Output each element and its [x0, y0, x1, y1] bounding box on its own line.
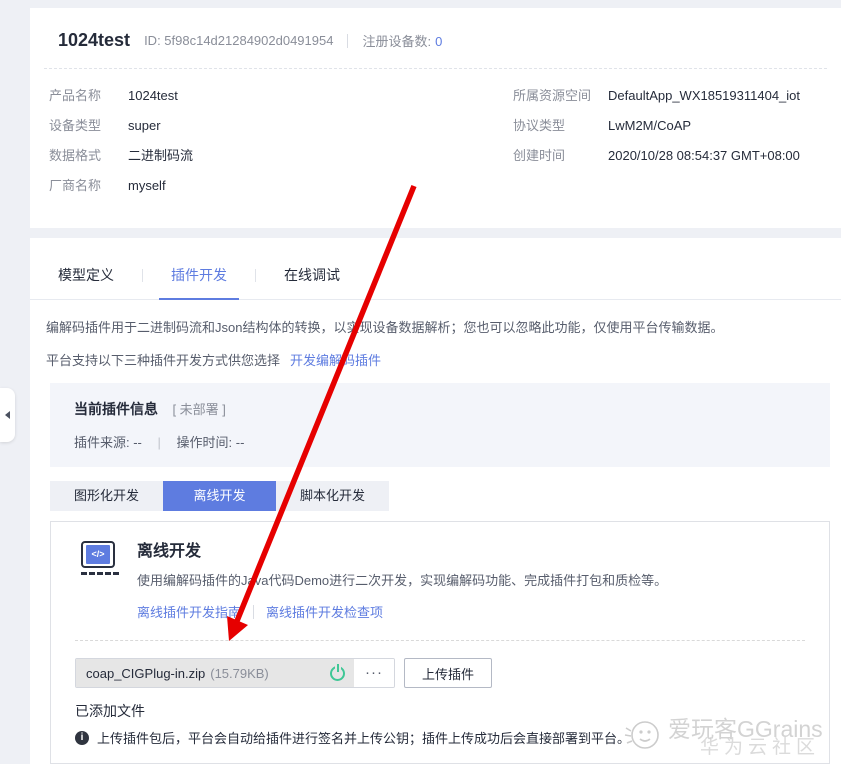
sidebar-collapse-handle[interactable]: [0, 388, 15, 442]
offline-guide-link[interactable]: 离线插件开发指南: [137, 602, 241, 621]
mode-graphical-button[interactable]: 图形化开发: [50, 481, 163, 511]
info-row: 数据格式 二进制码流: [49, 148, 194, 163]
develop-codec-plugin-link[interactable]: 开发编解码插件: [290, 353, 381, 368]
chevron-left-icon: [5, 411, 10, 419]
mode-offline-button[interactable]: 离线开发: [163, 481, 276, 511]
current-plugin-title-row: 当前插件信息 [ 未部署 ]: [74, 399, 806, 419]
dashed-separator: [75, 640, 805, 641]
tab-bar: 模型定义 插件开发 在线调试: [30, 238, 841, 300]
code-screen-icon: </>: [81, 541, 121, 621]
file-status-power-icon: [330, 663, 345, 681]
registered-device-count: 注册设备数: 0: [362, 34, 443, 49]
offline-description: 使用编解码插件的Java代码Demo进行二次开发，实现编解码功能、完成插件打包和…: [137, 573, 668, 588]
product-id: ID: 5f98c14d21284902d0491954: [144, 33, 334, 48]
current-plugin-meta: 插件来源: -- | 操作时间: --: [74, 432, 806, 451]
meta-separator: |: [157, 435, 161, 450]
info-row: 协议类型 LwM2M/CoAP: [513, 118, 692, 133]
info-row: 厂商名称 myself: [49, 178, 166, 193]
tab-plugin-development[interactable]: 插件开发: [159, 265, 239, 300]
offline-checklist-link[interactable]: 离线插件开发检查项: [266, 602, 383, 621]
info-row: 创建时间 2020/10/28 08:54:37 GMT+08:00: [513, 148, 800, 163]
tab-divider: [255, 269, 256, 282]
device-count-value[interactable]: 0: [435, 34, 442, 49]
selected-file-chip: coap_CIGPlug-in.zip (15.79KB): [76, 659, 354, 687]
dev-mode-switcher: 图形化开发 离线开发 脚本化开发: [50, 481, 841, 511]
upload-note: i 上传插件包后，平台会自动给插件进行签名并上传公钥；插件上传成功后会直接部署到…: [75, 728, 630, 747]
product-header: 1024test ID: 5f98c14d21284902d0491954 注册…: [30, 8, 841, 51]
mode-script-button[interactable]: 脚本化开发: [276, 481, 389, 511]
header-divider: [347, 33, 349, 48]
more-actions-button[interactable]: ···: [354, 659, 394, 687]
upload-note-text: 上传插件包后，平台会自动给插件进行签名并上传公钥；插件上传成功后会直接部署到平台…: [97, 731, 631, 746]
product-summary-card: 1024test ID: 5f98c14d21284902d0491954 注册…: [30, 8, 841, 228]
info-icon: i: [75, 730, 89, 745]
tab-online-debug[interactable]: 在线调试: [272, 265, 352, 299]
offline-links: 离线插件开发指南 离线插件开发检查项: [137, 602, 667, 621]
plugin-intro: 编解码插件用于二进制码流和Json结构体的转换，以实现设备数据解析；您也可以忽略…: [46, 318, 825, 371]
plugin-intro-line1: 编解码插件用于二进制码流和Json结构体的转换，以实现设备数据解析；您也可以忽略…: [46, 320, 724, 335]
file-name: coap_CIGPlug-in.zip: [86, 665, 206, 681]
info-row: 产品名称 1024test: [49, 88, 178, 103]
file-size: (15.79KB): [210, 665, 269, 681]
info-row: 所属资源空间 DefaultApp_WX18519311404_iot: [513, 88, 801, 103]
info-column-right: 所属资源空间 DefaultApp_WX18519311404_iot 协议类型 L…: [513, 81, 800, 171]
link-divider: [253, 604, 255, 619]
info-row: 设备类型 super: [49, 118, 161, 133]
info-column-left: 产品名称 1024test 设备类型 super 数据格式 二进制码流 厂商名称 mys…: [49, 81, 193, 201]
plugin-development-card: 模型定义 插件开发 在线调试 编解码插件用于二进制码流和Json结构体的转换，以…: [30, 238, 841, 764]
header-separator: [44, 68, 827, 69]
deploy-status-badge: [ 未部署 ]: [172, 402, 226, 417]
file-added-label: 已添加文件: [75, 703, 145, 719]
offline-development-panel: </> 离线开发 使用编解码插件的Java代码Demo进行二次开发，实现编解码功…: [50, 521, 830, 764]
tab-divider: [142, 269, 143, 282]
plugin-source: 插件来源: --: [74, 435, 142, 450]
current-plugin-panel: 当前插件信息 [ 未部署 ] 插件来源: -- | 操作时间: --: [50, 383, 830, 467]
page-title: 1024test: [58, 30, 131, 50]
offline-header-text: 离线开发 使用编解码插件的Java代码Demo进行二次开发，实现编解码功能、完成…: [137, 537, 667, 621]
offline-header: </> 离线开发 使用编解码插件的Java代码Demo进行二次开发，实现编解码功…: [75, 537, 667, 621]
tab-model-definition[interactable]: 模型定义: [46, 265, 126, 299]
product-info-grid: 产品名称 1024test 设备类型 super 数据格式 二进制码流 厂商名称 mys…: [30, 81, 841, 211]
current-plugin-title: 当前插件信息: [74, 401, 158, 417]
upload-plugin-button[interactable]: 上传插件: [404, 658, 492, 688]
file-upload-row: coap_CIGPlug-in.zip (15.79KB) ··· 上传插件: [75, 658, 492, 688]
offline-title: 离线开发: [137, 543, 202, 560]
plugin-intro-line2: 平台支持以下三种插件开发方式供您选择 开发编解码插件: [46, 353, 382, 368]
selected-file-box: coap_CIGPlug-in.zip (15.79KB) ···: [75, 658, 395, 688]
operation-time: 操作时间: --: [176, 435, 245, 450]
